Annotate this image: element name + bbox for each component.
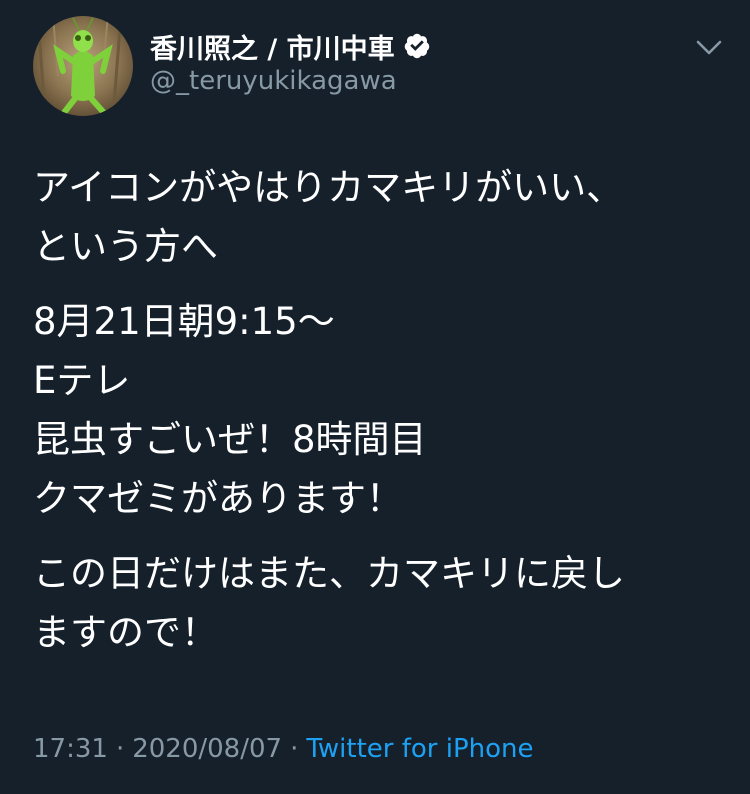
tweet-paragraph: 8月21日朝9:15〜 Eテレ 昆虫すごいぜ！8時間目 クマゼミがあります！: [33, 292, 723, 528]
tweet-line: ますので！: [33, 611, 218, 654]
tweet-line: クマゼミがあります！: [33, 477, 403, 520]
tweet-line: この日だけはまた、カマキリに戻し: [33, 552, 625, 595]
verified-badge-icon: [404, 33, 429, 59]
tweet-source-link[interactable]: Twitter for iPhone: [306, 734, 533, 764]
tweet: 香川照之 / 市川中車 @_teruyukikagawa アイコンがやはりカマキ…: [0, 0, 750, 794]
tweet-paragraph: この日だけはまた、カマキリに戻し ますので！: [33, 544, 723, 662]
tweet-date[interactable]: 2020/08/07: [132, 734, 282, 764]
tweet-meta: 17:31 · 2020/08/07 · Twitter for iPhone: [33, 734, 534, 764]
tweet-line: という方へ: [33, 225, 218, 268]
tweet-line: 昆虫すごいぜ！8時間目: [33, 418, 427, 461]
meta-separator: ·: [290, 734, 299, 764]
meta-separator: ·: [115, 734, 125, 764]
tweet-time[interactable]: 17:31: [33, 734, 108, 764]
tweet-line: アイコンがやはりカマキリがいい、: [33, 166, 624, 209]
tweet-line: Eテレ: [33, 359, 131, 402]
author-handle[interactable]: @_teruyukikagawa: [150, 66, 397, 96]
avatar[interactable]: [33, 16, 133, 116]
tweet-text: アイコンがやはりカマキリがいい、 という方へ 8月21日朝9:15〜 Eテレ 昆…: [33, 158, 723, 662]
author-name-row[interactable]: 香川照之 / 市川中車: [150, 26, 431, 66]
mantis-costume-avatar: [33, 16, 133, 116]
chevron-down-icon[interactable]: [692, 32, 726, 62]
display-name[interactable]: 香川照之 / 市川中車: [150, 27, 395, 66]
tweet-paragraph: アイコンがやはりカマキリがいい、 という方へ: [33, 158, 723, 276]
tweet-line: 8月21日朝9:15〜: [33, 300, 335, 343]
